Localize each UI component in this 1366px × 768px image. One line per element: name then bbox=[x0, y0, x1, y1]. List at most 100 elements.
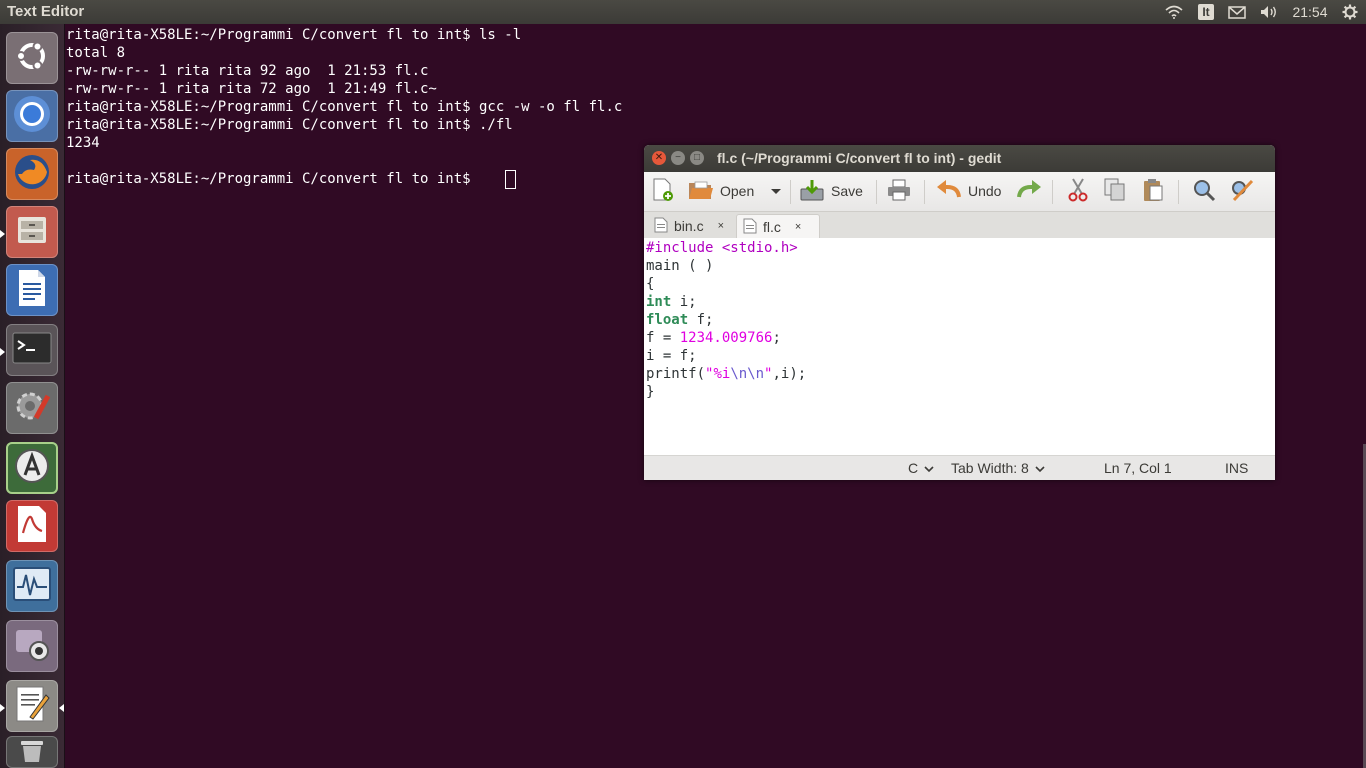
keyboard-layout-label: It bbox=[1198, 4, 1214, 20]
undo-label: Undo bbox=[968, 183, 1002, 199]
launcher bbox=[0, 24, 65, 768]
new-document-icon bbox=[652, 178, 674, 205]
undo-button[interactable]: Undo bbox=[936, 178, 1001, 204]
chevron-down-icon bbox=[924, 460, 934, 476]
copy-button[interactable] bbox=[1104, 178, 1128, 204]
launcher-terminal[interactable] bbox=[6, 324, 58, 376]
document-tabs: bin.c × fl.c × bbox=[644, 212, 1275, 239]
tab-close-button[interactable]: × bbox=[718, 220, 724, 232]
minimize-icon: − bbox=[675, 152, 681, 163]
copy-icon bbox=[1104, 178, 1126, 205]
keyword: int bbox=[646, 294, 672, 310]
launcher-system-settings[interactable] bbox=[6, 382, 58, 434]
clock-label: 21:54 bbox=[1292, 4, 1328, 20]
minimize-window-button[interactable]: − bbox=[671, 151, 685, 165]
chevron-down-icon bbox=[1035, 460, 1045, 476]
code-text: f; bbox=[688, 312, 714, 328]
terminal-line: rita@rita-X58LE:~/Programmi C/convert fl… bbox=[66, 27, 522, 43]
insert-mode: INS bbox=[1225, 460, 1249, 476]
printer-icon bbox=[887, 179, 911, 204]
tab-bin-c[interactable]: bin.c × bbox=[650, 214, 736, 238]
launcher-dash-home[interactable] bbox=[6, 32, 58, 84]
keyboard-layout-indicator[interactable]: It bbox=[1195, 0, 1217, 24]
search-icon bbox=[1192, 178, 1216, 205]
escape-sequence: \n\n bbox=[730, 366, 765, 382]
running-indicator bbox=[0, 230, 5, 238]
terminal-line: rita@rita-X58LE:~/Programmi C/convert fl… bbox=[66, 99, 623, 115]
pdf-viewer-icon bbox=[15, 505, 49, 548]
terminal-icon bbox=[12, 332, 52, 369]
system-monitor-icon bbox=[13, 566, 51, 606]
code-editor[interactable]: #include <stdio.h> main ( ) { int i; flo… bbox=[644, 238, 1275, 455]
text-editor-icon bbox=[14, 685, 50, 728]
gedit-toolbar: Open Save Undo bbox=[644, 172, 1275, 212]
code-text: ; bbox=[772, 330, 781, 346]
file-cabinet-icon bbox=[15, 213, 49, 252]
open-recent-dropdown[interactable] bbox=[770, 178, 782, 204]
tab-width-selector[interactable]: Tab Width: 8 bbox=[951, 460, 1045, 476]
keyword: float bbox=[646, 312, 689, 328]
launcher-libreoffice-writer[interactable] bbox=[6, 264, 58, 316]
toolbar-separator bbox=[1178, 180, 1179, 204]
top-panel: Text Editor It 21:54 bbox=[0, 0, 1366, 24]
paste-icon bbox=[1142, 178, 1164, 205]
tab-fl-c[interactable]: fl.c × bbox=[736, 214, 820, 239]
launcher-files[interactable] bbox=[6, 206, 58, 258]
tab-label: fl.c bbox=[763, 219, 781, 235]
open-label: Open bbox=[720, 183, 755, 199]
launcher-trash[interactable] bbox=[6, 736, 58, 768]
launcher-firefox[interactable] bbox=[6, 148, 58, 200]
code-text: printf( bbox=[646, 366, 706, 382]
app-title: Text Editor bbox=[7, 3, 85, 20]
wifi-icon[interactable] bbox=[1163, 0, 1185, 24]
text-file-icon bbox=[654, 217, 668, 236]
gedit-titlebar[interactable]: ✕ − □ fl.c (~/Programmi C/convert fl to … bbox=[644, 145, 1275, 172]
launcher-document-viewer[interactable] bbox=[6, 500, 58, 552]
save-icon bbox=[799, 179, 825, 204]
search-replace-button[interactable] bbox=[1230, 178, 1256, 204]
launcher-webcam-app[interactable] bbox=[6, 620, 58, 672]
string-literal: "%i bbox=[705, 366, 731, 382]
preprocessor-directive: #include <stdio.h> bbox=[646, 240, 798, 256]
save-button[interactable]: Save bbox=[799, 178, 863, 204]
redo-button[interactable] bbox=[1016, 178, 1042, 204]
ubuntu-logo-icon bbox=[14, 38, 50, 79]
code-text: i; bbox=[671, 294, 697, 310]
launcher-software-updater[interactable] bbox=[6, 442, 58, 494]
volume-icon[interactable] bbox=[1257, 0, 1281, 24]
cut-button[interactable] bbox=[1068, 177, 1092, 204]
search-replace-icon bbox=[1230, 178, 1254, 205]
maximize-window-button[interactable]: □ bbox=[690, 151, 704, 165]
paste-button[interactable] bbox=[1142, 178, 1166, 204]
terminal-cursor bbox=[505, 170, 516, 189]
settings-tools-icon bbox=[12, 386, 52, 431]
launcher-system-monitor[interactable] bbox=[6, 560, 58, 612]
mail-icon[interactable] bbox=[1226, 0, 1248, 24]
close-window-button[interactable]: ✕ bbox=[652, 151, 666, 165]
status-bar: C Tab Width: 8 Ln 7, Col 1 INS bbox=[644, 455, 1275, 480]
code-line: printf("%i\n\n",i); bbox=[646, 365, 806, 383]
new-document-button[interactable] bbox=[652, 178, 678, 204]
code-text: ,i); bbox=[772, 366, 807, 382]
webcam-icon bbox=[12, 624, 52, 669]
code-text: f = bbox=[646, 330, 680, 346]
language-selector[interactable]: C bbox=[908, 460, 934, 476]
code-line: i = f; bbox=[646, 348, 697, 364]
print-button[interactable] bbox=[887, 178, 913, 204]
code-line: int i; bbox=[646, 293, 697, 311]
open-button[interactable]: Open bbox=[688, 178, 754, 204]
undo-icon bbox=[936, 179, 962, 203]
clock[interactable]: 21:54 bbox=[1289, 0, 1331, 24]
launcher-text-editor[interactable] bbox=[6, 680, 58, 732]
launcher-chromium[interactable] bbox=[6, 90, 58, 142]
tab-width-label: Tab Width: 8 bbox=[951, 460, 1029, 476]
search-button[interactable] bbox=[1192, 178, 1218, 204]
code-line: main ( ) bbox=[646, 258, 714, 274]
tab-close-button[interactable]: × bbox=[795, 221, 801, 233]
code-line: } bbox=[646, 384, 655, 400]
code-line: #include <stdio.h> bbox=[646, 239, 798, 257]
gear-icon[interactable] bbox=[1339, 0, 1361, 24]
cursor-position: Ln 7, Col 1 bbox=[1104, 460, 1172, 476]
running-indicator bbox=[0, 348, 5, 356]
window-title: fl.c (~/Programmi C/convert fl to int) -… bbox=[717, 150, 1002, 166]
